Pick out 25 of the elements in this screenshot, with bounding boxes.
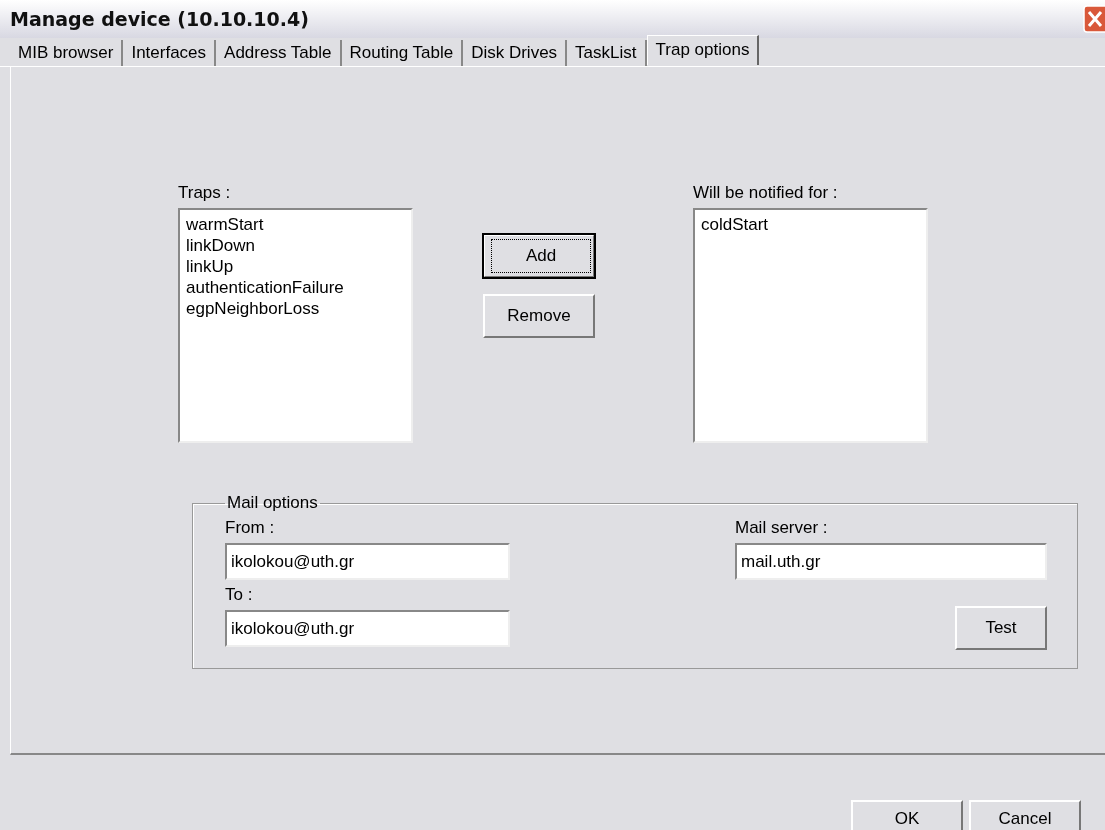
list-label: Will be notified for : <box>693 182 839 204</box>
list-item[interactable]: authenticationFailure <box>186 277 405 298</box>
add-button[interactable]: Add <box>483 234 595 278</box>
to-field[interactable]: ikolokou@uth.gr <box>225 610 510 647</box>
notified-list[interactable]: coldStart <box>693 208 928 443</box>
remove-button[interactable]: Remove <box>483 294 595 338</box>
group-title: Mail options <box>226 493 319 513</box>
field-label: From : <box>225 517 276 539</box>
field-label: To : <box>225 584 254 606</box>
tab[interactable]: Trap options <box>646 35 760 65</box>
list-item[interactable]: coldStart <box>701 214 920 235</box>
list-item[interactable]: linkDown <box>186 235 405 256</box>
list-item[interactable]: linkUp <box>186 256 405 277</box>
test-button[interactable]: Test <box>955 606 1047 650</box>
traps-list[interactable]: warmStart linkDown linkUp authenticationFailure egpNeighborLoss <box>178 208 413 443</box>
cancel-button[interactable]: Cancel <box>969 800 1081 830</box>
from-field[interactable]: ikolokou@uth.gr <box>225 543 510 580</box>
ok-button[interactable]: OK <box>851 800 963 830</box>
close-icon[interactable] <box>1083 5 1105 33</box>
list-item[interactable]: egpNeighborLoss <box>186 298 405 319</box>
list-label: Traps : <box>178 182 232 204</box>
list-item[interactable]: warmStart <box>186 214 405 235</box>
field-label: Mail server : <box>735 517 829 539</box>
window-title: Manage device (10.10.10.4) <box>10 8 309 30</box>
mail-server-field[interactable]: mail.uth.gr <box>735 543 1047 580</box>
